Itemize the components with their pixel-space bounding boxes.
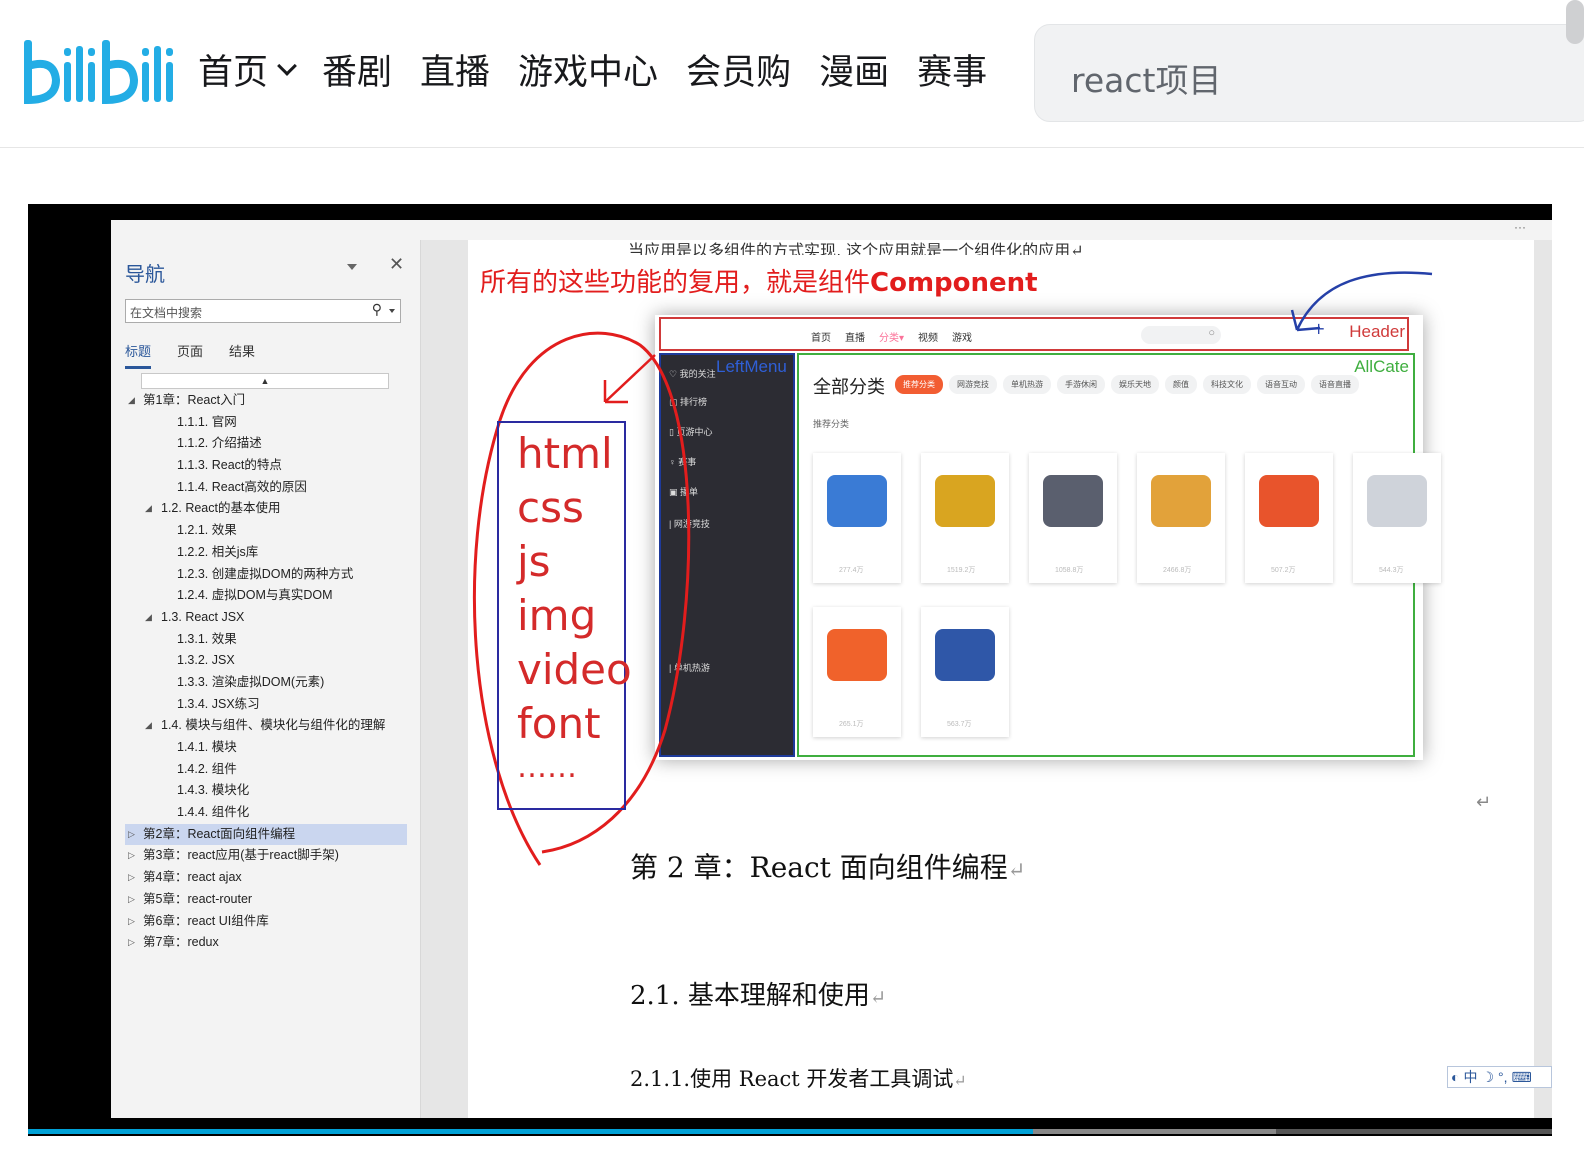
keyboard-icon[interactable]: ⌨ [1512,1069,1532,1086]
resource-item-js: js [517,537,551,586]
ime-logo-icon[interactable]: ◐ [1451,1069,1459,1085]
resource-item-img: img [517,591,597,640]
resource-item-video: video [517,645,632,694]
red-arrow [603,354,656,404]
ime-toolbar[interactable]: ◐ 中 ☽ °, ⌨ [1447,1066,1552,1088]
resource-item-font: font [517,699,601,748]
paragraph-mark: ↵ [953,1071,967,1090]
heading-2-1-1-text: 2.1.1.使用 React 开发者工具调试 [630,1067,954,1091]
blue-plus-sign: + [1312,319,1325,338]
paragraph-mark: ↵ [1007,858,1026,882]
heading-chapter-2[interactable]: 第 2 章：React 面向组件编程↵ [630,846,1025,886]
resource-list-box: html css js img video font …… [497,421,632,810]
heading-2-1[interactable]: 2.1. 基本理解和使用↵ [630,975,886,1012]
resource-item-ellipsis: …… [517,750,577,785]
moon-icon[interactable]: ☽ [1481,1069,1494,1086]
heading-chapter-2-text: 第 2 章：React 面向组件编程 [630,851,1008,884]
resource-item-html: html [517,429,613,478]
ime-mode-label[interactable]: 中 [1463,1067,1477,1087]
paragraph-mark: ↵ [1476,792,1492,812]
video-progress-buffer [1033,1129,1276,1134]
punctuation-icon[interactable]: °, [1498,1069,1508,1085]
heading-2-1-1[interactable]: 2.1.1.使用 React 开发者工具调试↵ [630,1063,967,1093]
video-progress-played[interactable] [28,1129,1033,1134]
resource-item-css: css [517,483,584,532]
paragraph-mark: ↵ [869,986,887,1009]
heading-2-1-text: 2.1. 基本理解和使用 [630,981,870,1011]
